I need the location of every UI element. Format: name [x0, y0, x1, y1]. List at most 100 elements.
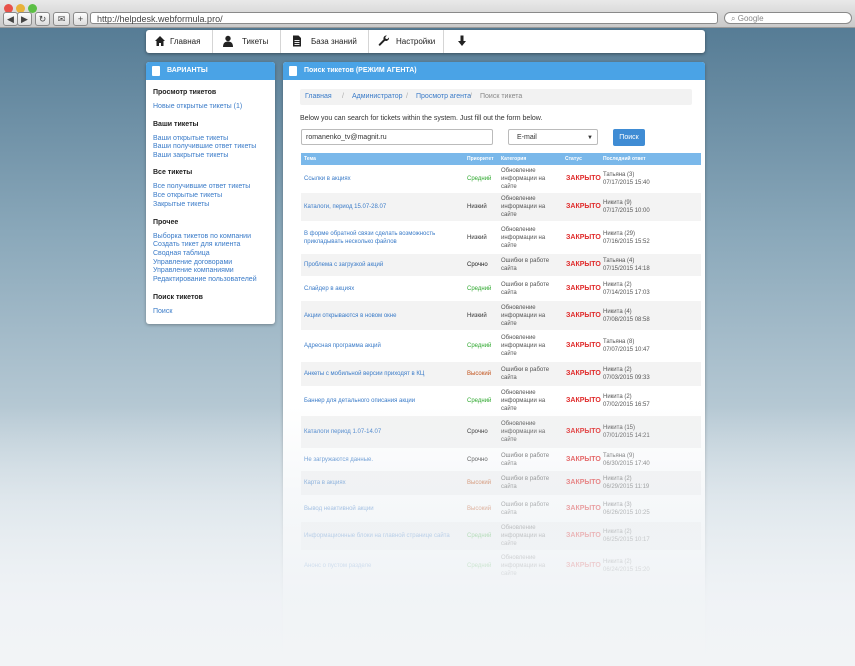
- status-badge: ЗАКРЫТО: [566, 561, 601, 569]
- category-text: сайте: [501, 570, 517, 577]
- ticket-subject-link[interactable]: Анонс о пустом разделе: [304, 562, 371, 570]
- status-badge: ЗАКРЫТО: [566, 311, 601, 319]
- table-row[interactable]: Слайдер в акциях Средний Ошибки в работе са…: [301, 276, 701, 301]
- sidebar-link[interactable]: Ваши закрытые тикеты: [153, 152, 228, 159]
- status-badge: ЗАКРЫТО: [566, 370, 601, 377]
- sidebar-link[interactable]: Все открытые тикеты: [153, 192, 222, 199]
- column-header[interactable]: Тема: [304, 153, 316, 165]
- sidebar-link[interactable]: Создать тикет для клиента: [153, 241, 240, 248]
- reload-button[interactable]: ↻: [35, 12, 50, 26]
- last-reply-text: 06/24/2015 15:20: [603, 566, 650, 573]
- sidebar-link[interactable]: Новые открытые тикеты (1): [153, 103, 242, 110]
- sidebar-link[interactable]: Все получившие ответ тикеты: [153, 183, 250, 190]
- priority-label: Высокий: [467, 371, 492, 377]
- nav-item-home[interactable]: Главная: [154, 30, 216, 53]
- status-badge: ЗАКРЫТО: [566, 261, 601, 268]
- priority-label: Средний: [467, 398, 492, 404]
- table-row[interactable]: Каталоги период 1.07-14.07 Срочно Обновлен…: [301, 416, 701, 448]
- category-text: Ошибки в работе: [501, 367, 550, 373]
- table-row[interactable]: Баннер для детального описания акции Сред…: [301, 386, 701, 416]
- column-header[interactable]: Статус: [565, 153, 582, 165]
- ticket-subject-link[interactable]: Адресная программа акций: [304, 342, 381, 350]
- nav-item-tickets[interactable]: Тикеты: [222, 30, 282, 53]
- bookmarks-button[interactable]: ✉: [53, 12, 70, 26]
- last-reply-text: Никита (2): [603, 394, 632, 400]
- breadcrumb-link[interactable]: Администратор: [352, 89, 403, 105]
- sidebar-link[interactable]: Ваши открытые тикеты: [153, 135, 228, 142]
- last-reply-text: Татьяна (8): [603, 339, 635, 345]
- table-row[interactable]: Ссылки в акциях Средний Обновление информац…: [301, 165, 701, 193]
- ticket-subject-link[interactable]: прикладывать несколько файлов: [304, 238, 397, 246]
- nav-label-knowledge-base: База знаний: [311, 37, 357, 46]
- category-text: сайте: [501, 437, 517, 443]
- sidebar-link[interactable]: Поиск: [153, 308, 172, 315]
- sidebar-link[interactable]: Сводная таблица: [153, 250, 210, 257]
- last-reply-text: 07/14/2015 17:03: [603, 289, 650, 296]
- table-row[interactable]: Карта в акциях Высокий Ошибки в работе сайт…: [301, 471, 701, 495]
- table-row[interactable]: Анонс о пустом разделе Средний Обновление и…: [301, 550, 701, 581]
- table-row[interactable]: Анкеты с мобильной версии приходят в КЦ В…: [301, 362, 701, 386]
- nav-item-settings[interactable]: Настройки: [378, 30, 448, 53]
- table-row[interactable]: Информационные блоки на главной странице…: [301, 522, 701, 550]
- breadcrumb-link[interactable]: Главная: [305, 89, 332, 105]
- ticket-subject-link[interactable]: Проблема с загрузкой акций: [304, 261, 383, 269]
- ticket-subject-link[interactable]: Баннер для детального описания акции: [304, 397, 415, 405]
- table-row[interactable]: Не загружаются данные. Срочно Ошибки в раб…: [301, 448, 701, 471]
- ticket-subject-link[interactable]: Информационные блоки на главной странице…: [304, 532, 450, 540]
- last-reply-text: Татьяна (3): [603, 172, 635, 178]
- ticket-subject-link[interactable]: Каталоги, период 15.07-28.07: [304, 203, 386, 211]
- last-reply-text: Никита (2): [603, 558, 632, 565]
- priority-label: Высокий: [467, 505, 492, 512]
- ticket-subject-link[interactable]: В форме обратной связи сделать возможнос…: [304, 230, 435, 238]
- table-row[interactable]: В форме обратной связи сделать возможнос…: [301, 221, 701, 254]
- search-button[interactable]: Поиск: [613, 129, 645, 146]
- ticket-subject-link[interactable]: Каталоги период 1.07-14.07: [304, 428, 381, 436]
- sidebar-link[interactable]: Управление компаниями: [153, 267, 234, 274]
- table-row[interactable]: Адресная программа акций Средний Обновлени…: [301, 330, 701, 362]
- priority-label: Срочно: [467, 262, 488, 268]
- table-row[interactable]: Вывод неактивной акции Высокий Ошибки в ра…: [301, 495, 701, 522]
- category-text: Обновление: [501, 421, 536, 427]
- column-header[interactable]: Приоритет: [467, 153, 494, 165]
- last-reply-text: Татьяна (9): [603, 452, 635, 459]
- new-tab-button[interactable]: +: [73, 12, 88, 26]
- category-text: сайте: [501, 541, 517, 547]
- last-reply-text: 07/01/2015 14:21: [603, 433, 650, 439]
- last-reply-text: 07/03/2015 09:33: [603, 375, 650, 381]
- sidebar-heading-all-tickets: Все тикеты: [153, 169, 193, 176]
- ticket-subject-link[interactable]: Ссылки в акциях: [304, 175, 351, 183]
- sidebar-link[interactable]: Управление договорами: [153, 259, 232, 266]
- column-header[interactable]: Категория: [501, 153, 526, 165]
- back-button[interactable]: ◀: [3, 12, 18, 26]
- category-text: сайта: [501, 289, 517, 296]
- search-field-select[interactable]: E-mail ▼: [508, 129, 598, 145]
- table-row[interactable]: Каталоги, период 15.07-28.07 Низкий Обновл…: [301, 193, 701, 221]
- table-row[interactable]: Акции открываются в новом окне Низкий Обно…: [301, 301, 701, 330]
- nav-item-download[interactable]: [456, 30, 472, 53]
- sidebar-link[interactable]: Выборка тикетов по компании: [153, 233, 251, 240]
- search-input[interactable]: romanenko_tv@magnit.ru: [301, 129, 493, 145]
- category-text: Обновление: [501, 525, 536, 531]
- sidebar-link[interactable]: Ваши получившие ответ тикеты: [153, 143, 256, 150]
- chevron-down-icon: ▼: [587, 135, 593, 141]
- breadcrumb-link[interactable]: Просмотр агента: [416, 89, 471, 105]
- column-header[interactable]: Последний ответ: [603, 153, 646, 165]
- category-text: Обновление: [501, 226, 536, 233]
- category-text: Обновление: [501, 304, 536, 311]
- address-bar[interactable]: http://helpdesk.webformula.pro/: [90, 12, 718, 24]
- sidebar-link[interactable]: Редактирование пользователей: [153, 276, 257, 283]
- ticket-subject-link[interactable]: Слайдер в акциях: [304, 285, 354, 293]
- ticket-subject-link[interactable]: Карта в акциях: [304, 479, 346, 487]
- ticket-subject-link[interactable]: Акции открываются в новом окне: [304, 312, 396, 320]
- ticket-subject-link[interactable]: Анкеты с мобильной версии приходят в КЦ: [304, 370, 424, 378]
- browser-chrome: ◀ ▶ ↻ ✉ + http://helpdesk.webformula.pro…: [0, 0, 855, 28]
- forward-button[interactable]: ▶: [17, 12, 32, 26]
- last-reply-text: Никита (2): [603, 367, 632, 373]
- table-row[interactable]: Проблема с загрузкой акций Срочно Ошибки в…: [301, 254, 701, 276]
- ticket-subject-link[interactable]: Не загружаются данные.: [304, 456, 373, 464]
- ticket-subject-link[interactable]: Вывод неактивной акции: [304, 505, 374, 513]
- sidebar-link[interactable]: Закрытые тикеты: [153, 201, 209, 208]
- nav-item-knowledge-base[interactable]: База знаний: [291, 30, 371, 53]
- nav-divider: [443, 30, 444, 53]
- browser-search-input[interactable]: ⌕ Google: [724, 12, 852, 24]
